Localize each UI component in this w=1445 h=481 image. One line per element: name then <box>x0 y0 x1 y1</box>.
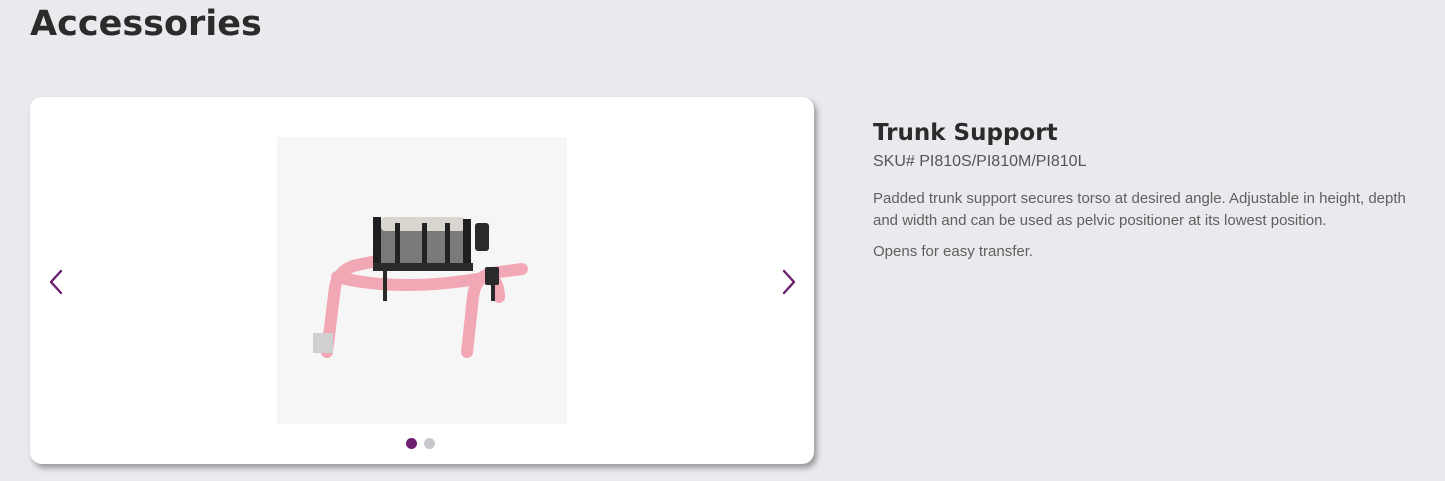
product-image <box>277 137 567 424</box>
product-sku: SKU# PI810S/PI810M/PI810L <box>873 153 1087 170</box>
carousel-prev-button[interactable] <box>42 267 70 297</box>
carousel-dot-2[interactable] <box>424 438 435 449</box>
accessory-carousel <box>30 97 814 464</box>
page-title: Accessories <box>30 4 262 44</box>
product-note: Opens for easy transfer. <box>873 243 1034 260</box>
product-name: Trunk Support <box>873 120 1058 146</box>
carousel-dots <box>406 438 435 449</box>
chevron-left-icon <box>49 269 63 295</box>
walker-foot <box>313 333 333 353</box>
carousel-next-button[interactable] <box>775 267 803 297</box>
carousel-dot-1[interactable] <box>406 438 417 449</box>
product-description: Padded trunk support secures torso at de… <box>873 190 1406 229</box>
chevron-right-icon <box>782 269 796 295</box>
product-info: Trunk Support SKU# PI810S/PI810M/PI810L … <box>873 118 1433 263</box>
